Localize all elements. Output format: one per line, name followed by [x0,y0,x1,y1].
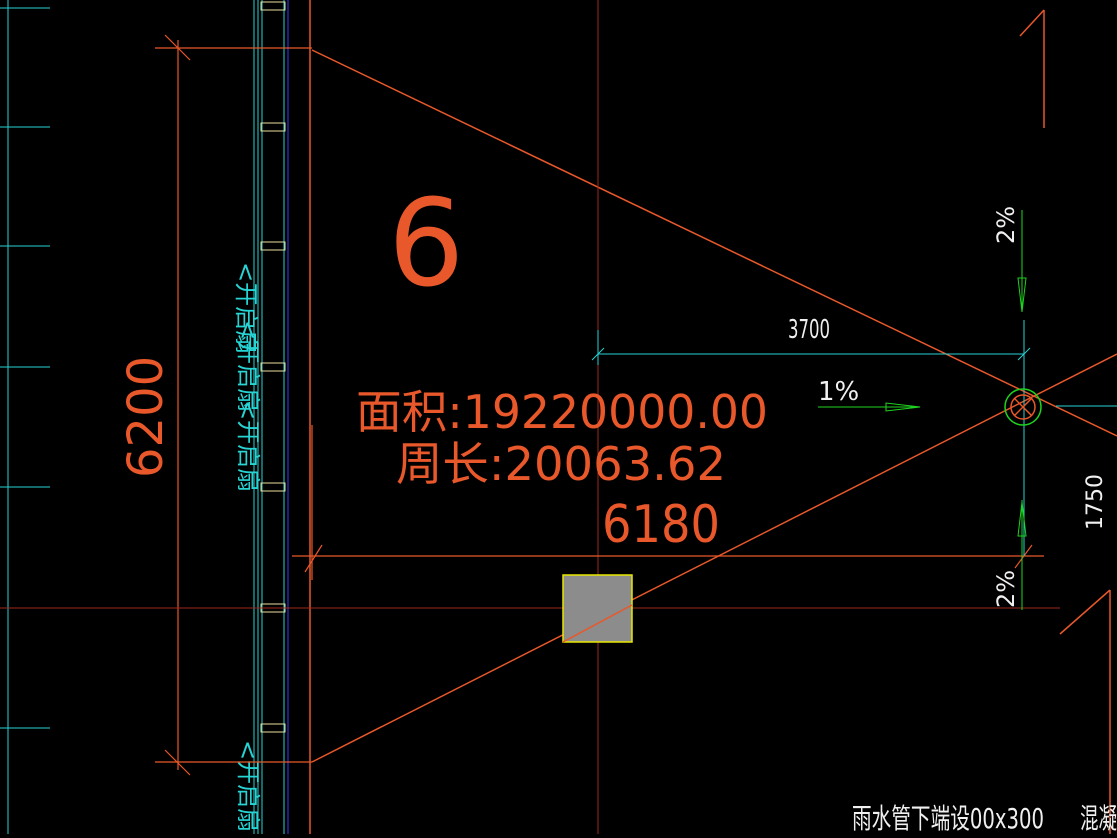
axis-marker-1 [1019,9,1045,128]
column-square-icon[interactable] [562,574,633,643]
cad-drawing-canvas[interactable]: <开启扇 <开启扇 <开启扇 <开启扇 6200 6 面积:19220000.0… [0,0,1117,835]
cad-viewport[interactable]: <开启扇 <开启扇 <开启扇 <开启扇 6200 6 面积:19220000.0… [0,0,1117,835]
corner-bracket [1059,589,1111,834]
window-label-3: <开启扇 [234,400,262,492]
area-label: 面积:19220000.00 [356,385,768,439]
slope-top-label: 2% [992,206,1020,244]
dimension-6180-label: 6180 [602,495,720,555]
dimension-3700-label: 3700 [788,315,830,345]
dimension-1750-label: 1750 [1083,474,1108,530]
window-label-4: <开启扇 [234,740,262,832]
slope-horizontal-label: 1% [818,377,859,407]
perimeter-label: 周长:20063.62 [396,437,726,491]
room-number: 6 [388,175,464,314]
note-text-2: 混凝 [1080,802,1117,834]
note-text: 雨水管下端设00x300 [852,802,1044,834]
slope-bottom-label: 2% [992,570,1020,608]
dimension-6200-label: 6200 [118,356,174,478]
floor-drain-icon[interactable] [1004,388,1042,426]
window-label-2: <开启扇 [234,320,262,412]
window-mullions [260,1,286,733]
